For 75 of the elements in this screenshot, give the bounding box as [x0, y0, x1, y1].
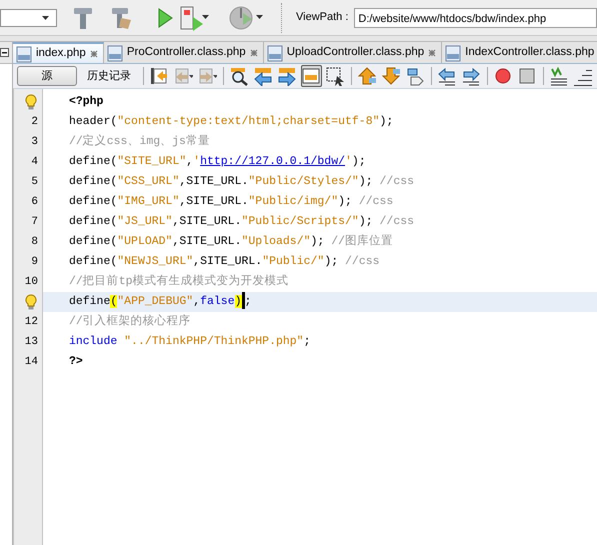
find-button[interactable]: [228, 65, 250, 87]
code-line: define("JS_URL",SITE_URL."Public/Scripts/"); //css: [68, 214, 416, 230]
comment-button[interactable]: [548, 65, 570, 87]
line-number: 7: [31, 215, 38, 230]
previous-bookmark-button[interactable]: [356, 65, 378, 87]
find-next-icon: [277, 66, 298, 86]
next-bookmark-icon: [381, 66, 402, 86]
back-to-source-button[interactable]: [148, 65, 170, 87]
viewpath-label: ViewPath :: [296, 10, 348, 26]
next-edit-icon: [197, 66, 218, 86]
code-line: //引入框架的核心程序: [68, 313, 192, 330]
code-line: define("NEWJS_URL",SITE_URL."Public/"); //css: [68, 254, 381, 270]
line-number: 4: [31, 155, 38, 170]
find-next-button[interactable]: [276, 65, 298, 87]
close-icon[interactable]: [90, 50, 98, 58]
shift-right-button[interactable]: [460, 65, 482, 87]
hint-bulb-icon[interactable]: [24, 294, 38, 310]
line-number: 6: [31, 195, 38, 210]
code-line: //定义css、img、js常量: [68, 133, 211, 150]
selection-button[interactable]: [324, 65, 346, 87]
hammer-broom-icon[interactable]: [111, 6, 133, 30]
code-line: //把目前tp模式有生成模式变为开发模式: [68, 273, 290, 290]
line-number: 12: [24, 315, 38, 330]
line-number: 3: [31, 135, 38, 150]
line-number: 14: [24, 355, 38, 370]
line-number: 5: [31, 175, 38, 190]
combo-box[interactable]: [0, 8, 57, 26]
viewpath-field[interactable]: D:/website/www/htdocs/bdw/index.php: [354, 8, 597, 28]
line-number: 9: [31, 255, 38, 270]
find-icon: [229, 66, 250, 86]
record-icon: [493, 66, 514, 86]
shift-right-icon: [461, 66, 482, 86]
php-file-icon: [266, 44, 283, 62]
line-number: 2: [31, 115, 38, 130]
code-line: define("UPLOAD",SITE_URL."Uploads/"); //图库位置: [68, 233, 394, 250]
code-line: include "../ThinkPHP/ThinkPHP.php";: [68, 334, 312, 350]
view-tab[interactable]: 历史记录: [80, 66, 138, 86]
minimize-icon[interactable]: [0, 48, 9, 57]
find-previous-button[interactable]: [252, 65, 274, 87]
previous-edit-icon: [173, 66, 194, 86]
php-file-icon: [445, 44, 462, 62]
shift-left-icon: [437, 66, 458, 86]
php-file-icon: [106, 44, 123, 62]
caret-icon: [42, 16, 50, 20]
code-line: define("SITE_URL",'http://127.0.0.1/bdw/');: [68, 154, 367, 170]
find-previous-icon: [253, 66, 274, 86]
view-tab[interactable]: 源: [16, 66, 77, 86]
profile-icon[interactable]: [229, 4, 263, 30]
text-cursor: [242, 292, 245, 310]
url-link[interactable]: http://127.0.0.1/bdw/: [200, 155, 346, 168]
line-number: 10: [24, 275, 38, 290]
close-icon[interactable]: [250, 49, 258, 57]
close-icon[interactable]: [428, 49, 436, 57]
code-line: <?php: [68, 94, 104, 110]
back-to-source-icon: [149, 66, 170, 86]
highlight-button[interactable]: [300, 65, 322, 87]
file-tab[interactable]: index.php: [12, 42, 104, 63]
next-bookmark-button[interactable]: [380, 65, 402, 87]
comment-icon: [549, 66, 570, 86]
selection-icon: [325, 66, 346, 86]
debug-icon[interactable]: [179, 4, 209, 30]
highlight-icon: [301, 66, 322, 86]
hint-bulb-icon[interactable]: [24, 94, 38, 110]
line-number: 8: [31, 235, 38, 250]
hammer-icon[interactable]: [73, 6, 93, 30]
code-line: define("CSS_URL",SITE_URL."Public/Styles/"); //css: [68, 174, 416, 190]
code-line: define("IMG_URL",SITE_URL."Public/img/"); //css: [68, 194, 394, 210]
file-tab[interactable]: UploadController.class.php: [264, 42, 442, 63]
code-line: ?>: [68, 354, 84, 370]
run-icon[interactable]: [157, 6, 173, 28]
line-number: 13: [24, 335, 38, 350]
shift-left-button[interactable]: [436, 65, 458, 87]
code-line: header("content-type:text/html;charset=utf-8");: [68, 114, 394, 130]
stop-icon: [517, 66, 538, 86]
previous-bookmark-icon: [357, 66, 378, 86]
